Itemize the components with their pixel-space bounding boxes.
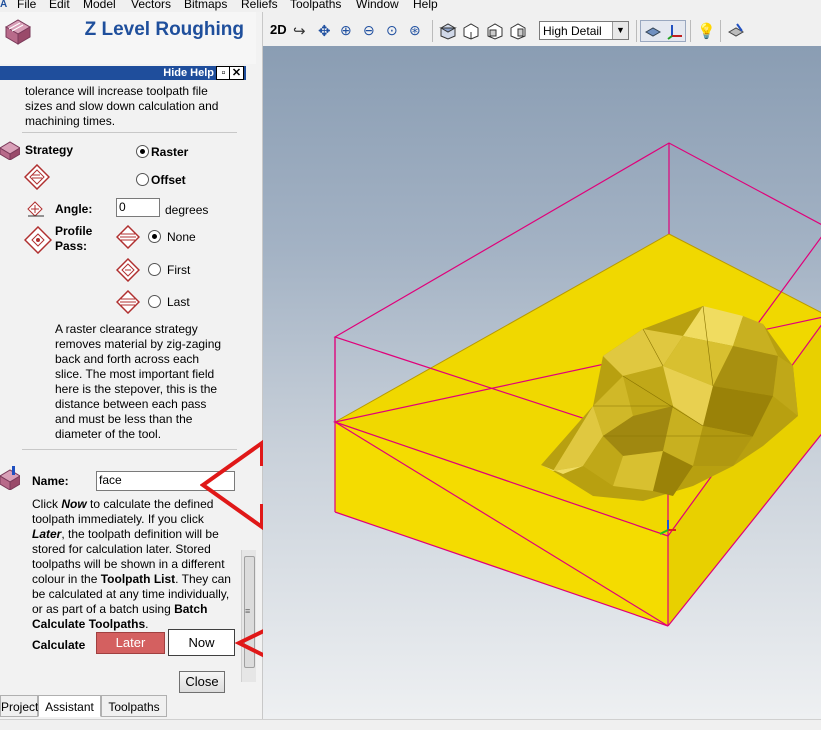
axes-icon[interactable] [666, 22, 684, 40]
angle-unit: degrees [165, 203, 209, 217]
help-line: A raster clearance strategy [55, 322, 198, 336]
profile-pass-icon [24, 226, 52, 254]
menu-edit[interactable]: Edit [49, 0, 70, 11]
help-line: diameter of the tool. [55, 427, 162, 441]
help-line: be calculated at any time individually, [32, 587, 230, 601]
toolbar-separator [690, 20, 691, 42]
zoom-fit-icon[interactable]: ⊙ [386, 22, 404, 40]
app-icon[interactable]: A [0, 0, 7, 10]
now-button[interactable]: Now [168, 629, 235, 656]
menu-toolpaths[interactable]: Toolpaths [290, 0, 341, 11]
offset-radio[interactable] [136, 173, 149, 186]
help-line: colour in the Toolpath List. They can [32, 572, 231, 586]
profile-first-label[interactable]: First [167, 263, 190, 278]
profile-none-radio[interactable] [148, 230, 161, 243]
zoom-out-icon[interactable]: ⊖ [363, 22, 381, 40]
offset-radio-label[interactable]: Offset [151, 173, 186, 188]
help-line: slice. The most important field [55, 367, 215, 381]
profile-label-line1: Profile [55, 224, 93, 238]
raster-strategy-icon [24, 164, 50, 190]
angle-input[interactable]: 0 [116, 198, 160, 217]
help-line: and must be less than the [55, 412, 193, 426]
toolbar-separator [636, 20, 637, 42]
help-text-top: tolerance will increase toolpath file si… [25, 84, 218, 129]
iso-view-icon[interactable] [439, 22, 457, 40]
profile-last-label[interactable]: Last [167, 295, 190, 310]
side-view-icon[interactable] [509, 22, 527, 40]
z-level-roughing-icon [5, 19, 31, 45]
menu-window[interactable]: Window [356, 0, 399, 11]
help-line: stored for calculation later. Stored [32, 542, 211, 556]
profile-label-line2: Pass: [55, 239, 88, 253]
menu-vectors[interactable]: Vectors [131, 0, 171, 11]
help-line: back and forth across each [55, 352, 200, 366]
zoom-in-icon[interactable]: ⊕ [340, 22, 358, 40]
strategy-icon [0, 141, 20, 160]
strategy-label: Strategy [25, 143, 74, 157]
tab-assistant[interactable]: Assistant [38, 695, 101, 717]
status-bar [0, 719, 821, 730]
tab-project[interactable]: Project [0, 695, 38, 717]
hide-help-link[interactable]: Hide Help [142, 66, 214, 80]
panel-title: Z Level Roughing [84, 19, 244, 40]
menu-reliefs[interactable]: Reliefs [241, 0, 278, 11]
angle-icon [27, 201, 44, 217]
material-setup-icon[interactable] [727, 22, 745, 40]
front-view-icon[interactable] [486, 22, 504, 40]
help-close-icon[interactable]: ✕ [229, 66, 244, 80]
divider [22, 132, 237, 133]
profile-last-icon [116, 290, 140, 314]
angle-label: Angle: [55, 202, 93, 216]
help-line: tolerance will increase toolpath file [25, 84, 208, 98]
rotate-arrow-icon[interactable]: ↪ [293, 22, 311, 40]
tab-toolpaths[interactable]: Toolpaths [101, 695, 167, 717]
profile-none-icon [116, 225, 140, 249]
menu-bar: A File Edit Model Vectors Bitmaps Relief… [0, 0, 821, 12]
raster-radio[interactable] [136, 145, 149, 158]
menu-help[interactable]: Help [413, 0, 438, 11]
raster-help-text: A raster clearance strategy removes mate… [55, 322, 221, 442]
chevron-down-icon[interactable]: ▼ [612, 22, 628, 39]
menu-bitmaps[interactable]: Bitmaps [184, 0, 227, 11]
toolbar-separator [432, 20, 433, 42]
toolpath-name-icon [0, 466, 20, 490]
shaded-model-icon[interactable] [644, 22, 662, 40]
close-button[interactable]: Close [179, 671, 225, 693]
top-view-icon[interactable] [462, 22, 480, 40]
later-button[interactable]: Later [96, 632, 165, 654]
menu-model[interactable]: Model [83, 0, 116, 11]
help-line: or as part of a batch using Batch [32, 602, 208, 616]
calculate-label: Calculate [32, 638, 86, 652]
help-line: sizes and slow down calculation and [25, 99, 219, 113]
detail-select-value: High Detail [543, 24, 602, 38]
lightbulb-icon[interactable]: 💡 [697, 22, 716, 40]
profile-first-radio[interactable] [148, 263, 161, 276]
help-line: toolpaths will be shown in a different [32, 557, 225, 571]
model-render[interactable] [263, 46, 821, 719]
help-line: here is the stepover, this is the [55, 382, 218, 396]
zoom-box-icon[interactable]: ⊛ [409, 22, 427, 40]
help-line: machining times. [25, 114, 116, 128]
name-label: Name: [32, 474, 69, 488]
detail-select[interactable]: High Detail ▼ [539, 21, 629, 40]
help-line: removes material by zig-zaging [55, 337, 222, 351]
view-2d-button[interactable]: 2D [270, 22, 287, 37]
profile-first-icon [116, 258, 140, 282]
3d-viewport[interactable] [263, 46, 821, 719]
raster-radio-label[interactable]: Raster [151, 145, 188, 160]
profile-none-label[interactable]: None [167, 230, 196, 245]
profile-last-radio[interactable] [148, 295, 161, 308]
pan-icon[interactable]: ✥ [318, 22, 336, 40]
help-line: distance between each pass [55, 397, 207, 411]
menu-file[interactable]: File [17, 0, 36, 11]
toolbar-separator [720, 20, 721, 42]
profile-pass-label: Profile Pass: [55, 224, 92, 254]
